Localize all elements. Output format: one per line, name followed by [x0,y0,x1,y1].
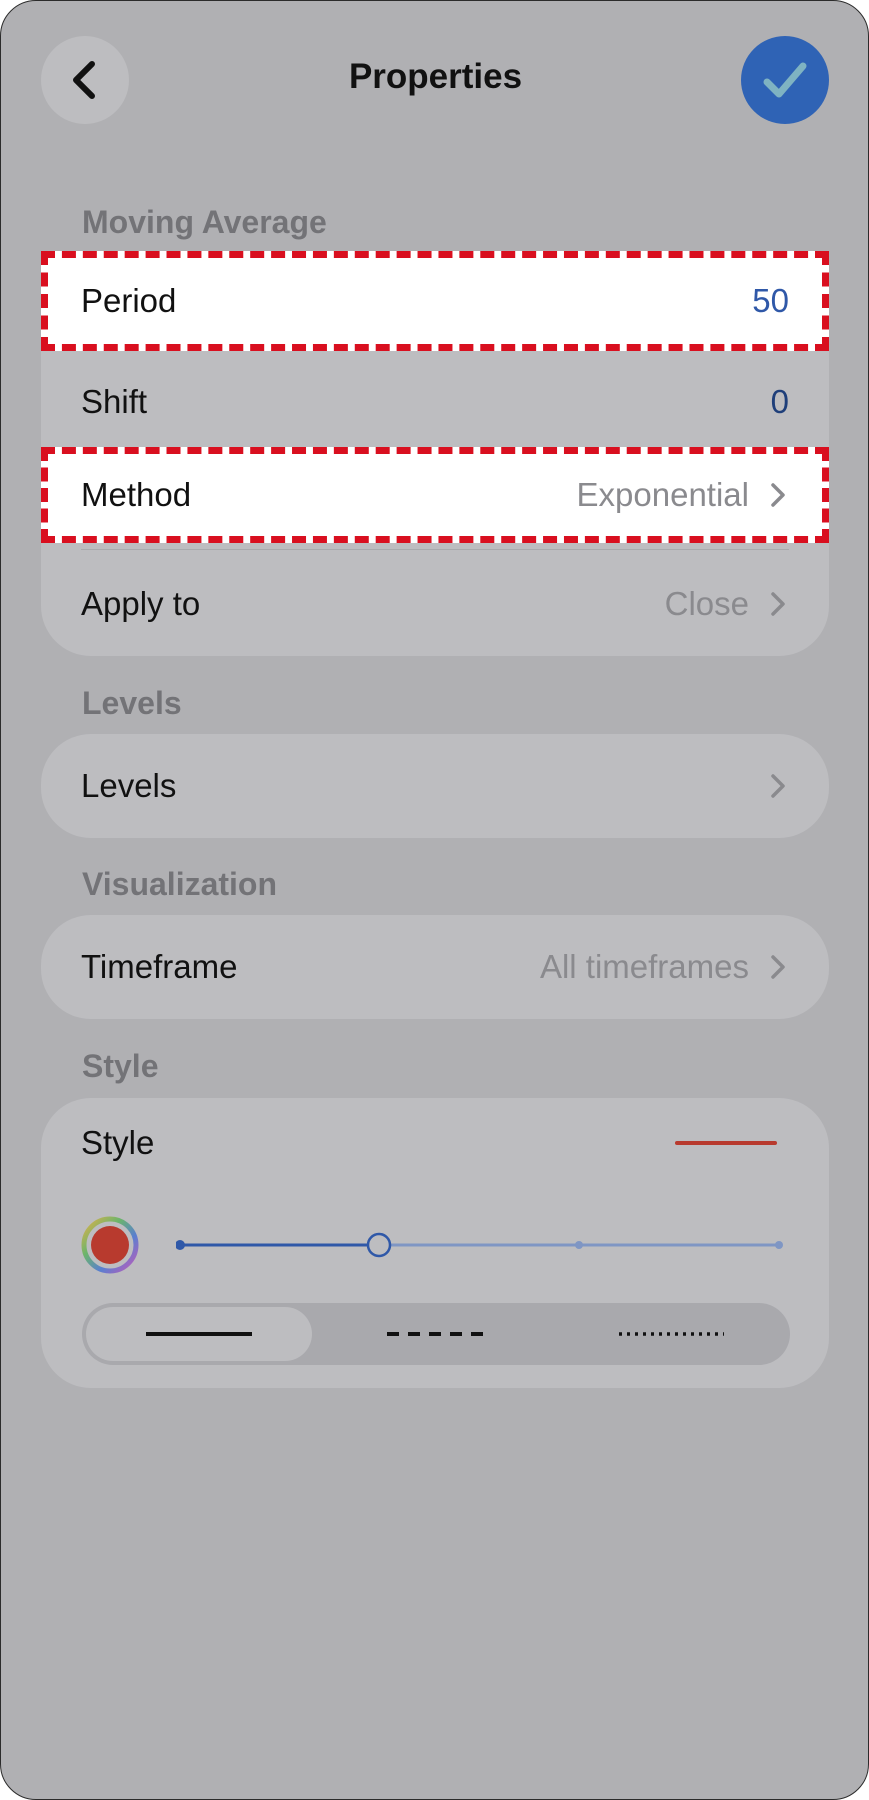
row-label: Style [81,1124,155,1161]
row-timeframe[interactable]: Timeframe All timeframes [41,922,829,1012]
levels-group: Levels [41,734,829,838]
row-label: Levels [81,767,177,804]
row-method[interactable]: Method Exponential [41,447,829,543]
row-label: Method [81,476,192,513]
thickness-slider[interactable] [175,1223,783,1267]
page-title: Properties [348,57,523,96]
row-shift[interactable]: Shift 0 [41,357,829,447]
color-picker[interactable] [81,1216,139,1274]
row-label: Shift [81,383,148,420]
confirm-button[interactable] [741,36,829,124]
line-color-preview [675,1141,777,1145]
row-value: Exponential [576,476,749,513]
dimmed-screen: Properties Moving Average Shift 0 Apply … [0,0,869,1800]
line-style-dashed[interactable] [322,1307,548,1361]
row-value: 0 [770,383,789,420]
visualization-group: Timeframe All timeframes [41,915,829,1019]
line-style-dotted[interactable] [558,1307,784,1361]
color-wheel-icon [81,1216,139,1274]
row-label: Period [81,282,177,319]
chevron-right-icon [771,483,785,507]
line-style-selector [82,1303,790,1365]
row-value: All timeframes [539,948,749,985]
thickness-slider-track [175,1232,783,1258]
section-label-levels: Levels [82,685,182,721]
section-label-moving-average: Moving Average [82,204,327,240]
chevron-right-icon [771,955,785,979]
section-label-style: Style [82,1048,159,1084]
row-style: Style [41,1098,829,1188]
line-style-solid[interactable] [86,1307,312,1361]
row-apply-to[interactable]: Apply to Close [41,559,829,649]
row-period[interactable]: Period 50 [41,251,829,351]
dashed-line-icon [387,1332,483,1336]
checkmark-icon [763,62,807,98]
row-levels[interactable]: Levels [41,741,829,831]
row-label: Timeframe [81,948,238,985]
chevron-right-icon [771,774,785,798]
section-label-visualization: Visualization [82,866,278,902]
solid-line-icon [146,1332,252,1336]
row-value: Close [664,585,749,622]
chevron-right-icon [771,592,785,616]
dotted-line-icon [619,1332,724,1336]
row-value: 50 [752,282,789,319]
divider [81,549,789,550]
row-label: Apply to [81,585,201,622]
